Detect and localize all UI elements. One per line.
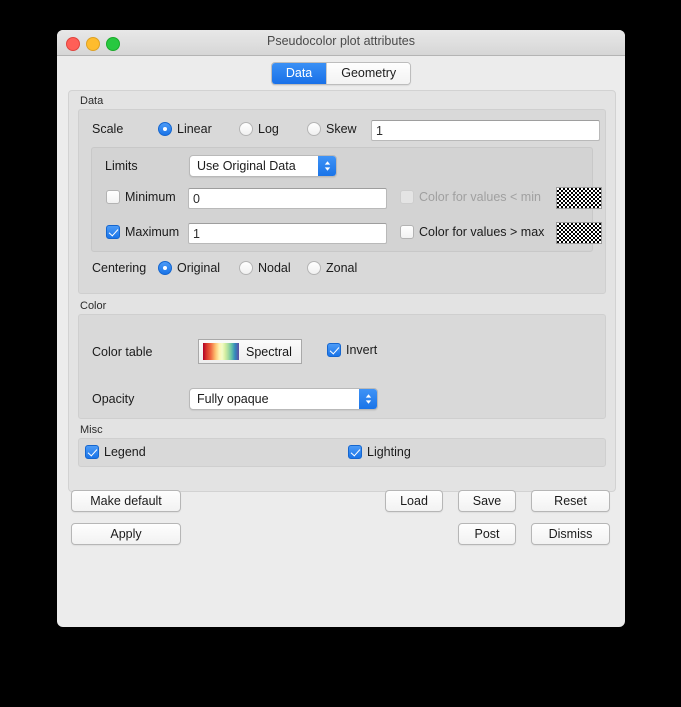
save-button[interactable]: Save xyxy=(458,490,516,512)
opacity-select[interactable]: Fully opaque xyxy=(189,388,378,410)
centering-radio-nodal[interactable]: Nodal xyxy=(239,261,291,275)
invert-label: Invert xyxy=(346,343,378,357)
radio-dot-icon xyxy=(239,261,253,275)
maximum-checkbox[interactable]: Maximum xyxy=(106,225,179,239)
scale-label: Scale xyxy=(92,122,124,136)
centering-radio-original[interactable]: Original xyxy=(158,261,220,275)
tab-group: Data Geometry xyxy=(270,62,412,85)
scale-radio-log[interactable]: Log xyxy=(239,122,279,136)
reset-button[interactable]: Reset xyxy=(531,490,610,512)
color-below-min-checkbox[interactable]: Color for values < min xyxy=(400,190,541,204)
minimum-label: Minimum xyxy=(125,190,176,204)
scale-radio-linear[interactable]: Linear xyxy=(158,122,212,136)
scale-row: Scale Linear Log Skew 1 xyxy=(79,118,605,142)
radio-dot-icon xyxy=(158,261,172,275)
invert-checkbox[interactable]: Invert xyxy=(327,343,377,357)
color-above-max-swatch[interactable] xyxy=(556,222,602,244)
centering-radio-zonal[interactable]: Zonal xyxy=(307,261,357,275)
color-table-label: Color table xyxy=(92,345,153,359)
make-default-button[interactable]: Make default xyxy=(71,490,181,512)
scale-radio-linear-label: Linear xyxy=(177,122,212,136)
dismiss-button[interactable]: Dismiss xyxy=(531,523,610,545)
limits-select[interactable]: Use Original Data xyxy=(189,155,337,177)
legend-label: Legend xyxy=(104,445,146,459)
scale-radio-skew-label: Skew xyxy=(326,122,357,136)
opacity-label: Opacity xyxy=(92,392,135,406)
color-below-min-swatch[interactable] xyxy=(556,187,602,209)
centering-radio-original-label: Original xyxy=(177,261,221,275)
maximum-label: Maximum xyxy=(125,225,180,239)
skew-value-input[interactable]: 1 xyxy=(371,120,600,141)
tab-data[interactable]: Data xyxy=(271,63,327,84)
window-title: Pseudocolor plot attributes xyxy=(266,34,415,48)
radio-dot-icon xyxy=(307,261,321,275)
radio-dot-icon xyxy=(239,122,253,136)
chevron-updown-icon xyxy=(318,156,336,176)
color-group-label: Color xyxy=(80,300,107,312)
minimum-checkbox[interactable]: Minimum xyxy=(106,190,176,204)
checkbox-box-icon xyxy=(85,445,99,459)
misc-group-label: Misc xyxy=(80,424,103,436)
radio-dot-icon xyxy=(307,122,321,136)
tab-geometry[interactable]: Geometry xyxy=(326,63,411,84)
limits-label: Limits xyxy=(105,159,138,173)
checkbox-box-icon xyxy=(348,445,362,459)
color-below-min-label: Color for values < min xyxy=(419,190,541,204)
checkbox-box-icon xyxy=(106,190,120,204)
scale-radio-skew[interactable]: Skew xyxy=(307,122,357,136)
centering-radio-zonal-label: Zonal xyxy=(326,261,358,275)
color-table-value: Spectral xyxy=(246,344,292,359)
color-table-button[interactable]: Spectral xyxy=(198,339,302,364)
window-titlebar: Pseudocolor plot attributes xyxy=(57,30,625,56)
color-above-max-label: Color for values > max xyxy=(419,225,545,239)
scale-radio-log-label: Log xyxy=(258,122,279,136)
legend-checkbox[interactable]: Legend xyxy=(85,445,146,459)
limits-select-value: Use Original Data xyxy=(197,159,296,173)
minimum-input[interactable]: 0 xyxy=(188,188,387,209)
color-group-box: Color table Spectral Invert Opacity Full… xyxy=(78,314,606,419)
chevron-updown-icon xyxy=(359,389,377,409)
limits-group-box: Limits Use Original Data Minimum 0 Color… xyxy=(91,147,602,252)
checkbox-box-icon xyxy=(327,343,341,357)
lighting-label: Lighting xyxy=(367,445,411,459)
attributes-panel: Data Scale Linear Log Skew 1 Limits Use … xyxy=(68,90,616,492)
color-above-max-checkbox[interactable]: Color for values > max xyxy=(400,225,544,239)
maximum-input[interactable]: 1 xyxy=(188,223,387,244)
color-ramp-icon xyxy=(203,343,239,360)
misc-group-box: Legend Lighting xyxy=(78,438,606,467)
checkbox-box-icon xyxy=(400,190,414,204)
checkbox-box-icon xyxy=(106,225,120,239)
radio-dot-icon xyxy=(158,122,172,136)
load-button[interactable]: Load xyxy=(385,490,443,512)
data-group-label: Data xyxy=(80,95,104,107)
tab-bar: Data Geometry xyxy=(57,56,625,94)
apply-button[interactable]: Apply xyxy=(71,523,181,545)
centering-radio-nodal-label: Nodal xyxy=(258,261,291,275)
post-button[interactable]: Post xyxy=(458,523,516,545)
checkbox-box-icon xyxy=(400,225,414,239)
opacity-select-value: Fully opaque xyxy=(197,392,269,406)
pseudocolor-attributes-window: Pseudocolor plot attributes Data Geometr… xyxy=(57,30,625,627)
data-group-box: Scale Linear Log Skew 1 Limits Use Origi… xyxy=(78,109,606,294)
lighting-checkbox[interactable]: Lighting xyxy=(348,445,411,459)
centering-row: Centering Original Nodal Zonal xyxy=(79,258,605,282)
centering-label: Centering xyxy=(92,261,147,275)
